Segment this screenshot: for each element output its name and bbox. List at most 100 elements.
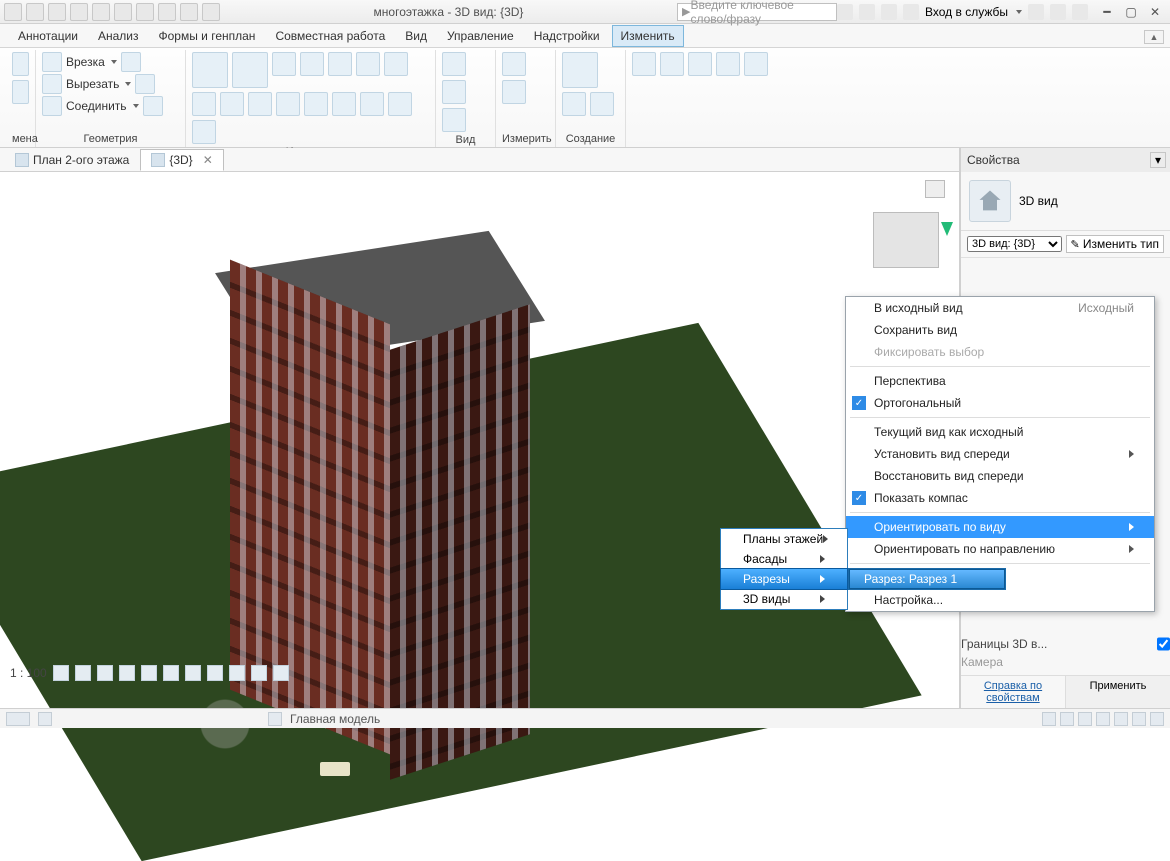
menu-item-perspective[interactable]: Перспектива [846, 370, 1154, 392]
ribbon-icon[interactable] [562, 92, 586, 116]
viewbar-icon[interactable] [163, 665, 179, 681]
ribbon-icon[interactable] [590, 92, 614, 116]
menu-item-settings[interactable]: Настройка... [846, 589, 1154, 611]
menu-item-set-front[interactable]: Установить вид спереди [846, 443, 1154, 465]
viewbar-icon[interactable] [273, 665, 289, 681]
tab-manage[interactable]: Управление [439, 26, 522, 46]
star-icon[interactable] [881, 4, 897, 20]
qat-icon[interactable] [114, 3, 132, 21]
ribbon-icon[interactable] [502, 80, 526, 104]
apply-button[interactable]: Применить [1065, 676, 1170, 708]
menu-item-home-view[interactable]: В исходный видИсходный [846, 297, 1154, 319]
viewbar-icon[interactable] [119, 665, 135, 681]
status-icon[interactable] [1060, 712, 1074, 726]
status-icon[interactable] [268, 712, 282, 726]
status-icon[interactable] [38, 712, 52, 726]
subsubmenu-item-section1[interactable]: Разрез: Разрез 1 [849, 569, 1005, 589]
properties-help-link[interactable]: Справка по свойствам [961, 676, 1065, 708]
viewbar-icon[interactable] [75, 665, 91, 681]
ribbon-icon[interactable] [332, 92, 356, 116]
ribbon-icon[interactable] [300, 52, 324, 76]
viewbar-icon[interactable] [97, 665, 113, 681]
ribbon-icon[interactable] [276, 92, 300, 116]
qat-icon[interactable] [26, 3, 44, 21]
qat-icon[interactable] [48, 3, 66, 21]
viewbar-icon[interactable] [207, 665, 223, 681]
view-cube[interactable] [873, 212, 939, 268]
3d-canvas[interactable]: 1 : 100 [0, 172, 959, 708]
qat-icon[interactable] [202, 3, 220, 21]
qat-icon[interactable] [4, 3, 22, 21]
cut-geometry-icon[interactable] [42, 52, 62, 72]
status-icon[interactable] [1042, 712, 1056, 726]
ribbon-icon[interactable] [562, 52, 598, 88]
ribbon-icon[interactable] [744, 52, 768, 76]
ribbon-icon[interactable] [143, 96, 163, 116]
submenu-item-3d-views[interactable]: 3D виды [721, 589, 847, 609]
viewbar-icon[interactable] [251, 665, 267, 681]
ribbon-icon[interactable] [121, 52, 141, 72]
ribbon-icon[interactable] [135, 74, 155, 94]
qat-icon[interactable] [70, 3, 88, 21]
ribbon-icon[interactable] [388, 92, 412, 116]
ribbon-icon[interactable] [232, 52, 268, 88]
titlebar-icon[interactable] [837, 4, 853, 20]
view-options-button[interactable]: ▾ [1150, 152, 1166, 168]
login-link[interactable]: Вход в службы [925, 5, 1008, 19]
ribbon-icon[interactable] [248, 92, 272, 116]
viewbar-icon[interactable] [185, 665, 201, 681]
maximize-button[interactable]: ▢ [1120, 4, 1142, 20]
ribbon-icon[interactable] [384, 52, 408, 76]
viewbar-icon[interactable] [141, 665, 157, 681]
ribbon-icon[interactable] [192, 52, 228, 88]
prop-row[interactable]: Границы 3D в... [961, 637, 1047, 651]
status-icon[interactable] [1096, 712, 1110, 726]
tab-analysis[interactable]: Анализ [90, 26, 147, 46]
scale-label[interactable]: 1 : 100 [10, 666, 47, 680]
cut-icon[interactable] [42, 74, 62, 94]
ribbon-icon[interactable] [12, 52, 29, 76]
viewbar-icon[interactable] [53, 665, 69, 681]
comm-icon[interactable] [1028, 4, 1044, 20]
view-tab[interactable]: {3D}✕ [140, 149, 223, 171]
ribbon-icon[interactable] [360, 92, 384, 116]
ribbon-icon[interactable] [688, 52, 712, 76]
workset-label[interactable]: Главная модель [290, 712, 380, 726]
menu-item-orient-to-view[interactable]: Ориентировать по виду [846, 516, 1154, 538]
ribbon-icon[interactable] [304, 92, 328, 116]
qat-icon[interactable] [136, 3, 154, 21]
menu-item-orient-to-direction[interactable]: Ориентировать по направлению [846, 538, 1154, 560]
ribbon-icon[interactable] [442, 52, 466, 76]
menu-item-show-compass[interactable]: ✓Показать компас [846, 487, 1154, 509]
ribbon-icon[interactable] [272, 52, 296, 76]
viewbar-icon[interactable] [229, 665, 245, 681]
ribbon-icon[interactable] [192, 92, 216, 116]
view-selector[interactable]: 3D вид: {3D} [967, 236, 1062, 252]
titlebar-icon[interactable] [859, 4, 875, 20]
tab-annotations[interactable]: Аннотации [10, 26, 86, 46]
nav-arrow-icon[interactable] [941, 222, 953, 236]
ribbon-icon[interactable] [356, 52, 380, 76]
tab-collab[interactable]: Совместная работа [267, 26, 393, 46]
user-icon[interactable] [903, 4, 919, 20]
status-icon[interactable] [1114, 712, 1128, 726]
submenu-item-sections[interactable]: Разрезы [720, 568, 848, 590]
help-icon[interactable] [1072, 4, 1088, 20]
menu-item-reset-front[interactable]: Восстановить вид спереди [846, 465, 1154, 487]
edit-type-button[interactable]: ✎ Изменить тип [1066, 235, 1164, 253]
submenu-item-elevations[interactable]: Фасады [721, 549, 847, 569]
menu-item-set-current-home[interactable]: Текущий вид как исходный [846, 421, 1154, 443]
home-view-icon[interactable] [925, 180, 945, 198]
ribbon-icon[interactable] [220, 92, 244, 116]
ribbon-icon[interactable] [442, 80, 466, 104]
qat-icon[interactable] [92, 3, 110, 21]
ribbon-icon[interactable] [192, 120, 216, 144]
tab-modify[interactable]: Изменить [612, 25, 684, 47]
ribbon-icon[interactable] [442, 108, 466, 132]
close-button[interactable]: ✕ [1144, 4, 1166, 20]
tab-addins[interactable]: Надстройки [526, 26, 608, 46]
status-icon[interactable] [1150, 712, 1164, 726]
ribbon-icon[interactable] [12, 80, 29, 104]
ribbon-icon[interactable] [716, 52, 740, 76]
ribbon-icon[interactable] [660, 52, 684, 76]
